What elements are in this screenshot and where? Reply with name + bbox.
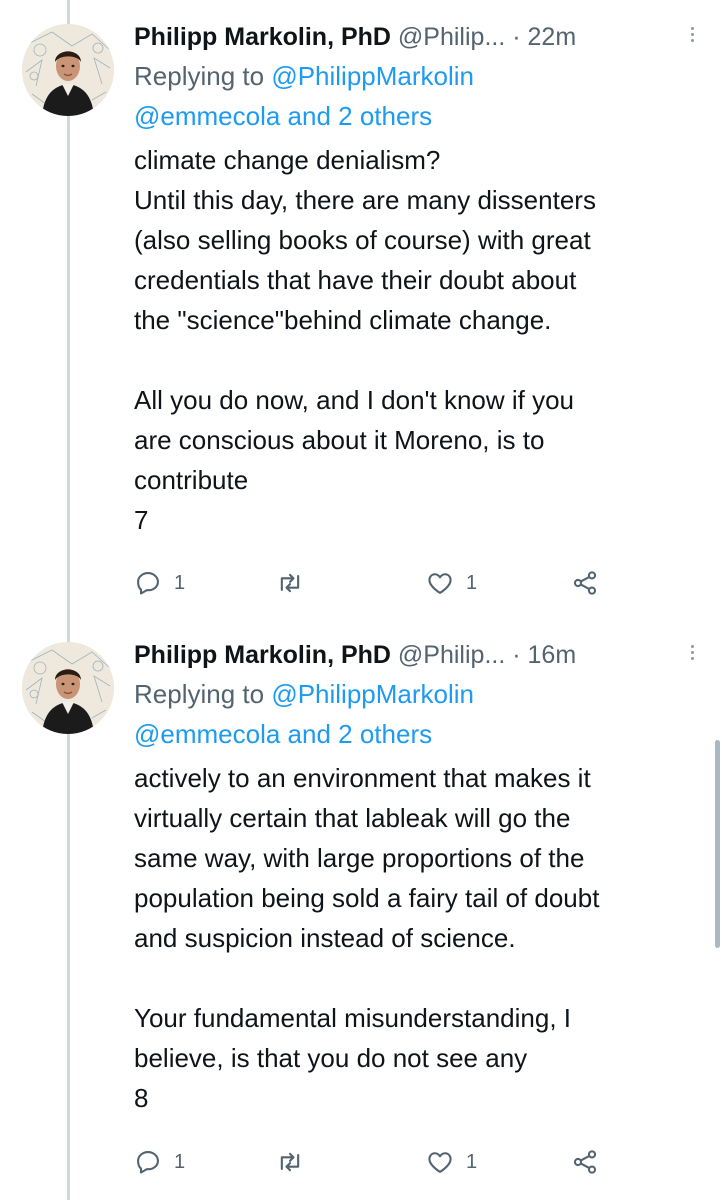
mentions-link[interactable]: @emmecola and 2 others [134,714,694,754]
tweet-text-line: virtually certain that lableak will go t… [134,803,571,833]
tweet-text-line: climate change denialism? [134,145,441,175]
replying-to-link[interactable]: @PhilippMarkolin [271,61,474,91]
more-icon[interactable] [684,24,700,48]
retweet-button[interactable] [276,1145,316,1179]
share-icon [573,1150,597,1174]
tweet-text: actively to an environment that makes it… [134,758,694,1118]
reply-button[interactable]: 1 [134,566,185,600]
avatar[interactable] [22,24,114,116]
tweet-text: climate change denialism? Until this day… [134,140,694,540]
mentions-link[interactable]: @emmecola and 2 others [134,96,694,136]
retweet-icon [280,573,300,593]
share-icon [573,571,597,595]
retweet-icon [280,1152,300,1172]
tweet-text-line: 7 [134,505,149,535]
replying-to-link[interactable]: @PhilippMarkolin [271,679,474,709]
reply-count: 1 [174,571,186,594]
more-icon[interactable] [684,642,700,666]
avatar-image [22,24,114,116]
replying-to: Replying to @PhilippMarkolin [134,56,694,96]
tweet-header: Philipp Markolin, PhD @Philip... · 22m [134,18,694,56]
replying-to: Replying to @PhilippMarkolin [134,674,694,714]
tweet-text-line: 8 [134,1083,149,1113]
author-handle[interactable]: @Philip... [398,23,505,51]
tweet-text-line: Your fundamental misunderstanding, I [134,1003,571,1033]
tweet-text-line: All you do now, and I don't know if you [134,385,575,415]
heart-icon [428,1152,452,1173]
timestamp[interactable]: 22m [528,23,577,51]
author-handle[interactable]: @Philip... [398,641,505,669]
reply-count: 1 [174,1150,186,1173]
author-name[interactable]: Philipp Markolin, PhD [134,641,391,669]
tweet-text-gap [134,340,694,380]
tweet-text-line: same way, with large proportions of the [134,843,585,873]
share-button[interactable] [571,1145,599,1179]
separator-dot: · [512,23,521,51]
separator-dot: · [512,641,521,669]
reply-icon [137,572,159,595]
tweet-header: Philipp Markolin, PhD @Philip... · 16m [134,636,694,674]
tweet-text-line: population being sold a fairy tail of do… [134,883,600,913]
share-button[interactable] [571,566,599,600]
tweet-text-line: the "science"behind climate change. [134,305,552,335]
tweet-text-gap [134,958,694,998]
like-button[interactable]: 1 [426,1145,477,1179]
scrollbar[interactable] [715,740,720,948]
author-name[interactable]: Philipp Markolin, PhD [134,23,391,51]
tweet-text-line: (also selling books of course) with grea… [134,225,591,255]
tweet-text-line: Until this day, there are many dissenter… [134,185,596,215]
replying-to-label: Replying to [134,679,265,709]
timestamp[interactable]: 16m [528,641,577,669]
avatar[interactable] [22,642,114,734]
tweet-actions: 1 1 [134,566,634,600]
thread-line [67,0,70,1200]
replying-to-label: Replying to [134,61,265,91]
reply-icon [137,1151,159,1174]
tweet-text-line: believe, is that you do not see any [134,1043,528,1073]
tweet-text-line: are conscious about it Moreno, is to [134,425,545,455]
like-count: 1 [466,571,478,594]
retweet-button[interactable] [276,566,316,600]
like-count: 1 [466,1150,478,1173]
tweet-actions: 1 1 [134,1145,634,1179]
tweet-text-line: actively to an environment that makes it [134,763,591,793]
tweet-text-line: contribute [134,465,249,495]
heart-icon [428,573,452,594]
avatar-image [22,642,114,734]
like-button[interactable]: 1 [426,566,477,600]
tweet-text-line: and suspicion instead of science. [134,923,516,953]
tweet-text-line: credentials that have their doubt about [134,265,577,295]
reply-button[interactable]: 1 [134,1145,185,1179]
